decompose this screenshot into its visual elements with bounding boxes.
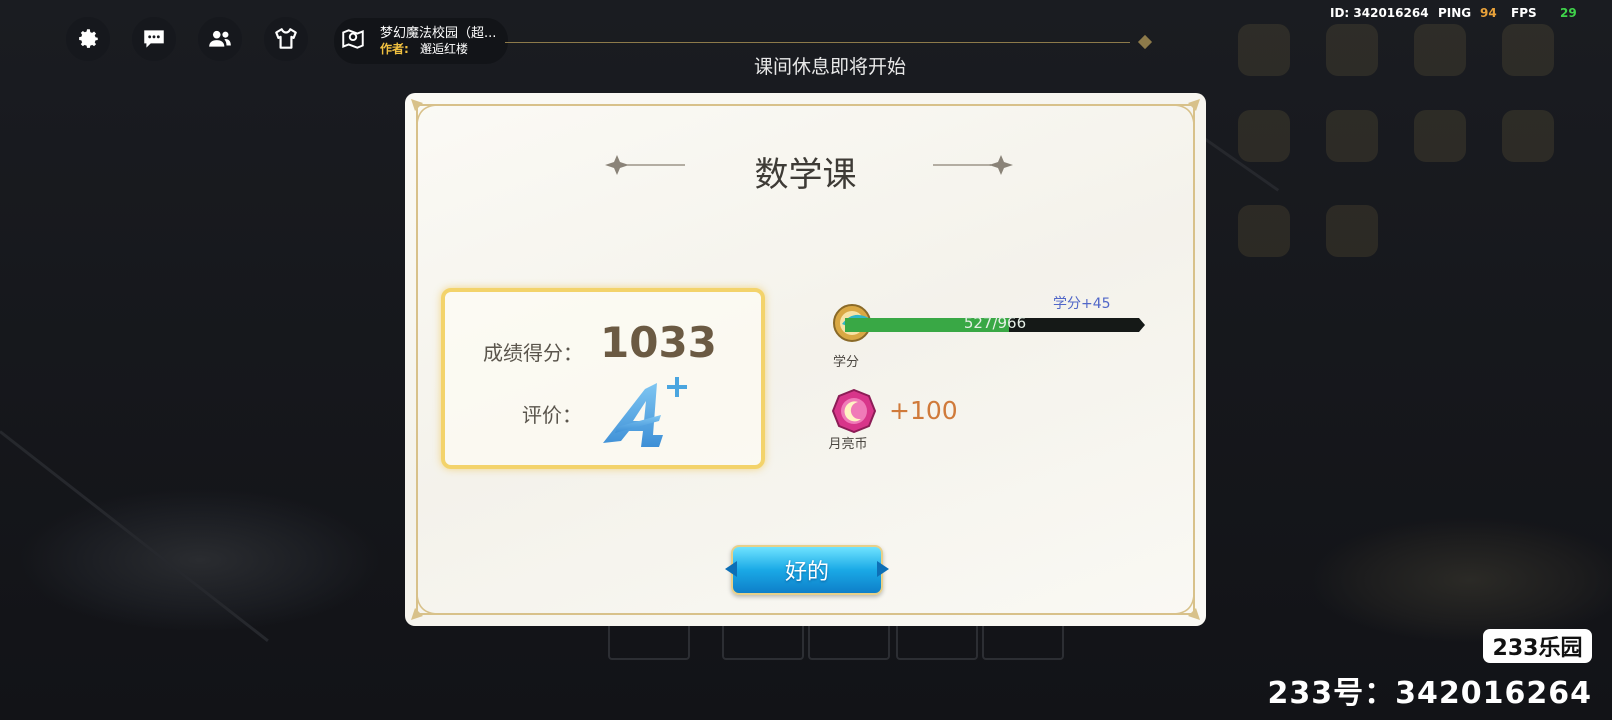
corner-ornament-icon	[411, 99, 440, 128]
ping-label: PING	[1438, 6, 1472, 20]
chat-icon	[144, 30, 164, 48]
corner-ornament-icon	[411, 591, 440, 620]
fps-label: FPS	[1511, 6, 1537, 20]
credit-progress-text: 527/966	[963, 314, 1027, 332]
credit-gain: 学分+45	[1053, 296, 1111, 312]
credit-label: 学分	[832, 355, 859, 370]
dialog-title: 数学课	[754, 155, 857, 195]
grade-a-plus-icon	[603, 377, 687, 447]
corner-ornament-icon	[1171, 99, 1200, 128]
author-name: 邂逅红楼	[420, 42, 469, 56]
score-value: 1033	[600, 318, 717, 367]
233-logo: 233乐园	[1483, 629, 1592, 663]
moon-coin-value: +100	[889, 396, 958, 425]
notice-divider	[505, 42, 1130, 43]
chat-button[interactable]	[132, 17, 176, 61]
fps-value: 29	[1560, 6, 1577, 20]
settings-button[interactable]	[66, 17, 110, 61]
grade-label: 评价：	[522, 403, 582, 427]
break-notice: 课间休息即将开始	[753, 56, 906, 78]
player-id: ID: 342016264	[1330, 6, 1429, 20]
title-star-right-icon	[933, 155, 1013, 175]
corner-ornament-icon	[1171, 591, 1200, 620]
ping-value: 94	[1480, 6, 1497, 20]
moon-coin-icon	[831, 389, 877, 433]
score-label: 成绩得分：	[483, 341, 583, 365]
gear-icon	[79, 29, 98, 48]
friends-icon	[209, 30, 231, 47]
author-label: 作者:	[380, 42, 409, 56]
friends-button[interactable]	[198, 17, 242, 61]
outfit-icon	[275, 28, 297, 49]
account-watermark: 233号：342016264	[1267, 676, 1592, 711]
outfit-button[interactable]	[264, 17, 308, 61]
class-result-dialog: 数学课 成绩得分： 1033 评价： 527/966 学分+45 学分 +100…	[405, 93, 1206, 626]
map-pin-icon	[342, 29, 364, 49]
moon-coin-label: 月亮币	[828, 437, 868, 452]
ok-button[interactable]: 好的	[731, 545, 883, 595]
map-name: 梦幻魔法校园（超...	[380, 26, 497, 41]
